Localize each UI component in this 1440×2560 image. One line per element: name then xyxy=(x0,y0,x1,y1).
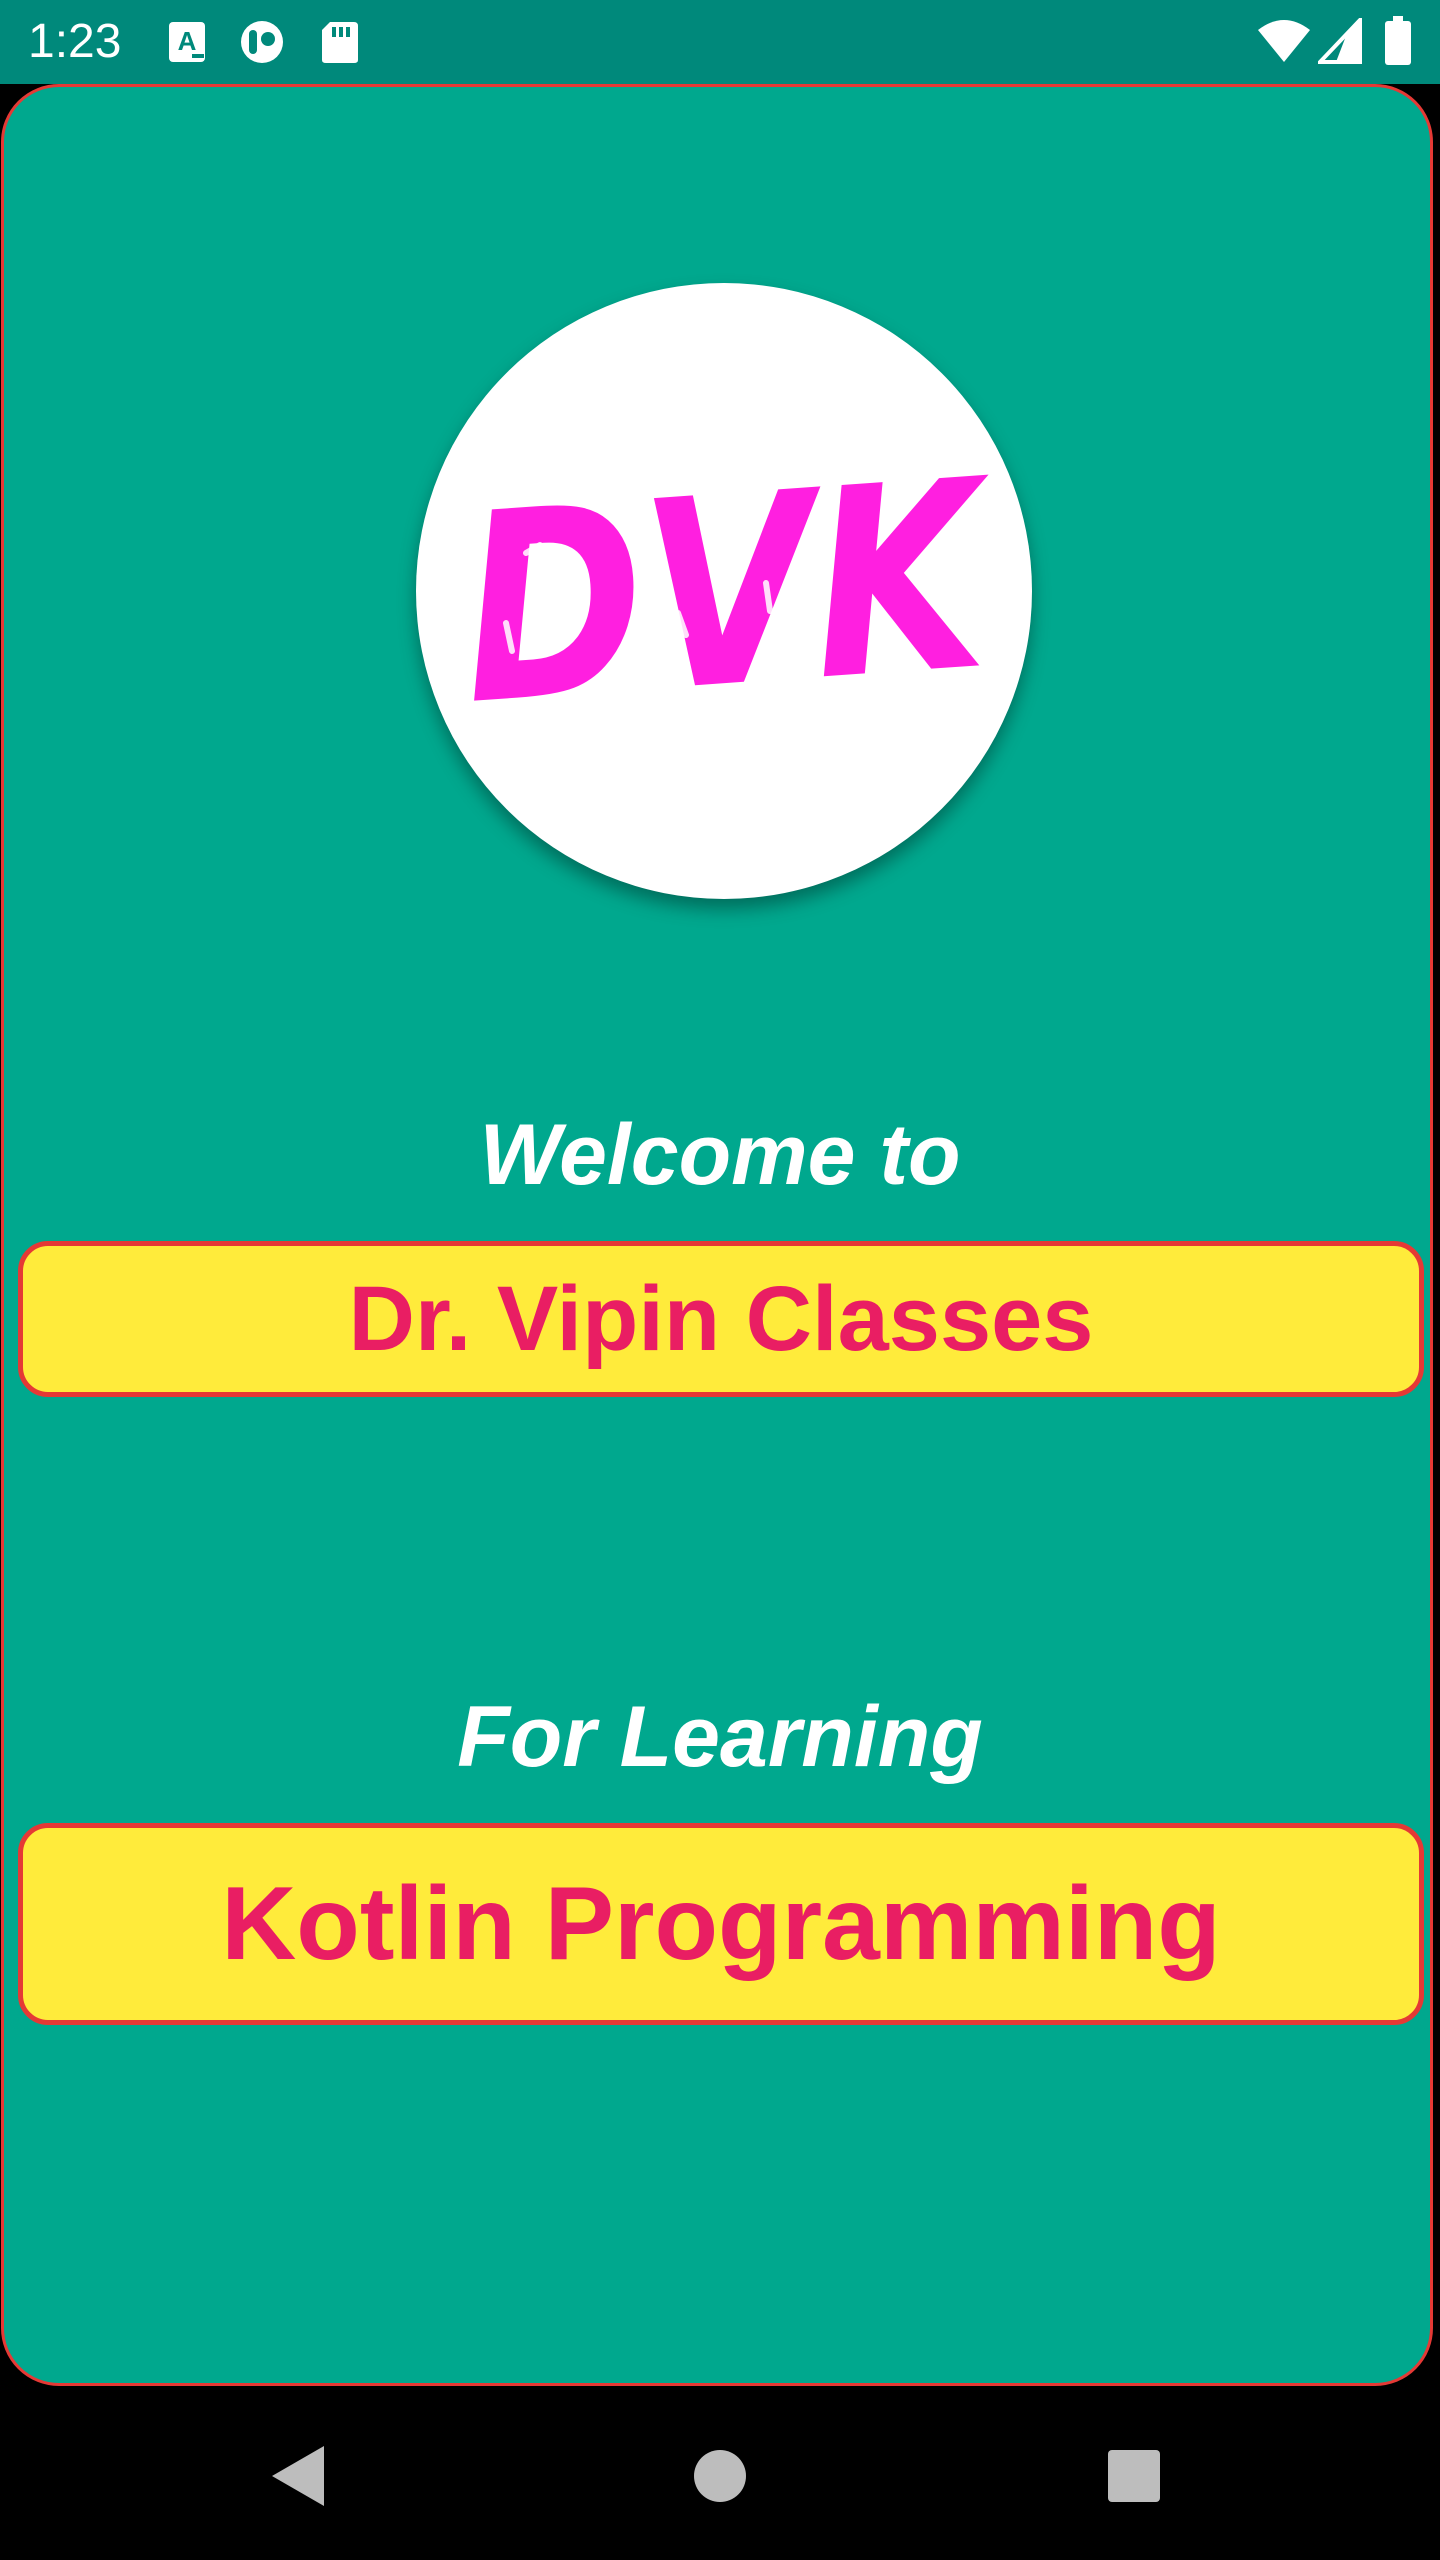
sd-card-icon xyxy=(320,20,360,69)
recents-icon[interactable] xyxy=(1084,2426,1184,2531)
learning-heading: For Learning xyxy=(457,1689,983,1785)
navigation-bar xyxy=(0,2392,1440,2560)
status-bar: 1:23 A xyxy=(0,0,1440,84)
logo-lettering: DVK xyxy=(453,424,1008,763)
home-icon[interactable] xyxy=(670,2426,770,2531)
dvk-logo: DVK xyxy=(416,283,1032,899)
svg-text:DVK: DVK xyxy=(453,424,1008,763)
back-icon[interactable] xyxy=(250,2426,350,2531)
institute-name-label: Dr. Vipin Classes xyxy=(18,1241,1424,1397)
font-a-icon: A xyxy=(168,20,208,69)
app-card: DVK Welcome to Dr. Vipin Classes For Lea… xyxy=(1,84,1433,2386)
signal-icon xyxy=(1315,15,1362,69)
welcome-heading: Welcome to xyxy=(479,1107,961,1203)
wifi-icon xyxy=(1256,18,1312,69)
svg-text:A: A xyxy=(178,26,197,56)
status-time: 1:23 xyxy=(28,15,122,68)
battery-icon xyxy=(1384,16,1412,71)
course-name-label: Kotlin Programming xyxy=(18,1823,1424,2025)
toggle-icon xyxy=(236,20,288,69)
